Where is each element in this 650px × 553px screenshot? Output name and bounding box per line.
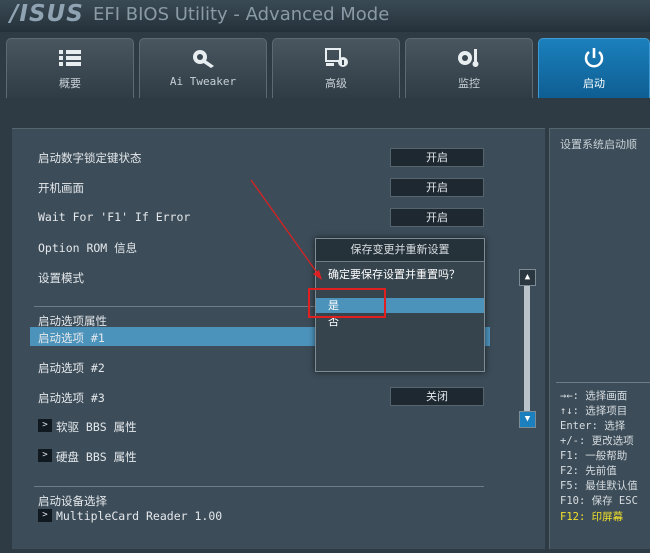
annotation-highlight-box: [308, 288, 386, 318]
key-hint: ↑↓: 选择项目: [560, 405, 628, 417]
help-description: 设置系统启动顺: [560, 138, 637, 151]
app-title: EFI BIOS Utility - Advanced Mode: [93, 4, 390, 25]
advanced-icon: [325, 48, 348, 67]
wait-f1-value-button[interactable]: 开启: [390, 208, 484, 227]
help-divider: [556, 382, 650, 383]
tab-ai-tweaker[interactable]: Ai Tweaker: [139, 38, 267, 98]
key-hint: →←: 选择画面: [560, 390, 628, 402]
key-hint: F5: 最佳默认值: [560, 480, 638, 492]
numlock-value-button[interactable]: 开启: [390, 148, 484, 167]
submenu-arrow-icon: >: [38, 419, 52, 432]
monitor-icon: [458, 49, 479, 67]
tab-label: 监控: [458, 77, 480, 90]
section-divider: [34, 486, 484, 487]
boot-override-title: 启动设备选择: [38, 494, 107, 508]
scroll-up-icon[interactable]: ▲: [519, 269, 536, 286]
main-tabs: 概要 Ai Tweaker 高级 监控 启动: [0, 38, 650, 98]
boot-logo-label: 开机画面: [38, 181, 84, 195]
tab-label: 高级: [325, 77, 347, 90]
key-hint: F10: 保存 ESC: [560, 495, 638, 507]
boot-device-item[interactable]: MultipleCard Reader 1.00: [56, 509, 222, 523]
submenu-arrow-icon: >: [38, 509, 52, 522]
boot-option-3-value-button[interactable]: 关闭: [390, 387, 484, 406]
boot-option-3-label: 启动选项 #3: [38, 391, 105, 405]
tab-label: 概要: [59, 77, 81, 90]
boot-logo-value-button[interactable]: 开启: [390, 178, 484, 197]
scrollbar-track[interactable]: [524, 271, 530, 415]
submenu-arrow-icon: >: [38, 449, 52, 462]
setup-mode-label: 设置模式: [38, 271, 84, 285]
scroll-down-icon[interactable]: ▼: [519, 411, 536, 428]
list-icon: [59, 50, 81, 66]
key-hint: Enter: 选择: [560, 420, 626, 432]
tab-label: 启动: [583, 77, 605, 90]
key-hint: F2: 先前值: [560, 465, 617, 477]
title-bar: /ISUS EFI BIOS Utility - Advanced Mode: [0, 0, 650, 32]
help-panel: 设置系统启动顺 →←: 选择画面 ↑↓: 选择项目 Enter: 选择 +/-:…: [549, 128, 650, 549]
key-hint-print-screen: F12: 印屏幕: [560, 511, 624, 523]
asus-logo: /ISUS: [10, 1, 84, 27]
key-hint: F1: 一般帮助: [560, 450, 628, 462]
wait-f1-label: Wait For 'F1' If Error: [38, 210, 191, 224]
floppy-bbs-submenu[interactable]: 软驱 BBS 属性: [56, 419, 137, 435]
tab-monitor[interactable]: 监控: [405, 38, 533, 98]
dialog-title: 保存变更并重新设置: [316, 239, 484, 262]
boot-option-2-label: 启动选项 #2: [38, 361, 105, 375]
tab-advanced[interactable]: 高级: [272, 38, 400, 98]
boot-option-1-label: 启动选项 #1: [38, 331, 105, 345]
hdd-bbs-submenu[interactable]: 硬盘 BBS 属性: [56, 449, 137, 465]
tab-label: Ai Tweaker: [169, 75, 237, 88]
power-icon: [584, 48, 604, 68]
key-hint: +/-: 更改选项: [560, 435, 634, 447]
tab-overview[interactable]: 概要: [6, 38, 134, 98]
option-rom-label: Option ROM 信息: [38, 241, 138, 255]
tab-boot[interactable]: 启动: [538, 38, 650, 98]
tweaker-icon: [193, 50, 214, 68]
numlock-label: 启动数字锁定键状态: [38, 151, 142, 165]
dialog-question: 确定要保存设置并重置吗？: [328, 268, 460, 281]
